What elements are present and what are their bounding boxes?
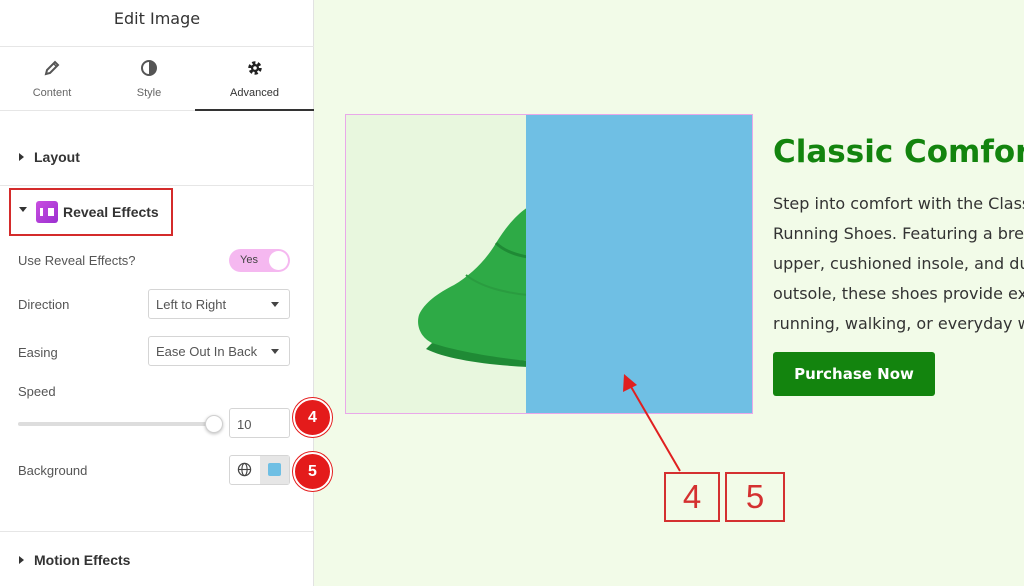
tab-style-label: Style <box>136 87 162 99</box>
chevron-down-icon <box>271 349 279 354</box>
callout-box-4: 4 <box>664 472 720 522</box>
contrast-icon <box>97 59 201 79</box>
step-badge-5: 5 <box>293 452 332 491</box>
speed-slider-handle[interactable] <box>205 415 223 433</box>
caret-right-icon <box>19 556 24 564</box>
tab-style[interactable]: Style <box>97 47 201 111</box>
direction-label: Direction <box>18 297 70 312</box>
easing-label: Easing <box>18 345 58 360</box>
caret-right-icon <box>19 153 24 161</box>
color-picker[interactable] <box>260 456 289 484</box>
speed-input[interactable]: 10 <box>229 408 290 438</box>
tab-content-label: Content <box>32 87 72 99</box>
background-label: Background <box>18 463 88 478</box>
speed-label: Speed <box>18 384 56 399</box>
use-reveal-label: Use Reveal Effects? <box>18 253 136 268</box>
panel-title: Edit Image <box>0 0 314 47</box>
callout-box-5: 5 <box>725 472 785 522</box>
product-heading: Classic Comfort <box>773 134 1024 170</box>
step-badge-4: 4 <box>293 398 332 437</box>
section-reveal-title: Reveal Effects <box>63 204 159 220</box>
editor-panel: Edit Image Content Style Advanced Layout <box>0 0 332 586</box>
purchase-button[interactable]: Purchase Now <box>773 352 935 396</box>
section-motion-effects[interactable]: Motion Effects <box>0 531 314 586</box>
product-description: Step into comfort with the Classic Runni… <box>773 192 1024 342</box>
reveal-overlay <box>526 115 752 413</box>
easing-select[interactable]: Ease Out In Back <box>148 336 290 366</box>
toggle-knob <box>269 251 288 270</box>
easing-value: Ease Out In Back <box>156 344 258 359</box>
tab-content[interactable]: Content <box>0 47 104 111</box>
background-control <box>229 455 290 485</box>
globe-icon[interactable] <box>230 456 260 484</box>
description-line: running, walking, or everyday we <box>773 314 1024 333</box>
section-motion-title: Motion Effects <box>34 552 131 568</box>
direction-select[interactable]: Left to Right <box>148 289 290 319</box>
gear-icon <box>195 59 314 79</box>
description-line: Step into comfort with the Classic <box>773 194 1024 213</box>
section-layout-title: Layout <box>34 149 80 165</box>
chevron-down-icon <box>271 302 279 307</box>
description-line: upper, cushioned insole, and du <box>773 254 1024 273</box>
description-line: Running Shoes. Featuring a brea <box>773 224 1024 243</box>
plugin-logo-icon <box>36 201 58 223</box>
speed-value: 10 <box>237 417 252 432</box>
tab-advanced-label: Advanced <box>230 87 279 99</box>
tab-advanced[interactable]: Advanced <box>195 47 314 111</box>
color-swatch <box>268 463 281 476</box>
use-reveal-toggle[interactable]: Yes <box>229 249 290 272</box>
toggle-text: Yes <box>240 254 258 266</box>
pencil-icon <box>0 59 104 79</box>
direction-value: Left to Right <box>156 297 227 312</box>
section-layout[interactable]: Layout <box>0 128 314 186</box>
panel-tabs: Content Style Advanced <box>0 47 314 111</box>
description-line: outsole, these shoes provide exc <box>773 284 1024 303</box>
speed-slider-track[interactable] <box>18 422 214 426</box>
image-widget[interactable] <box>345 114 753 414</box>
